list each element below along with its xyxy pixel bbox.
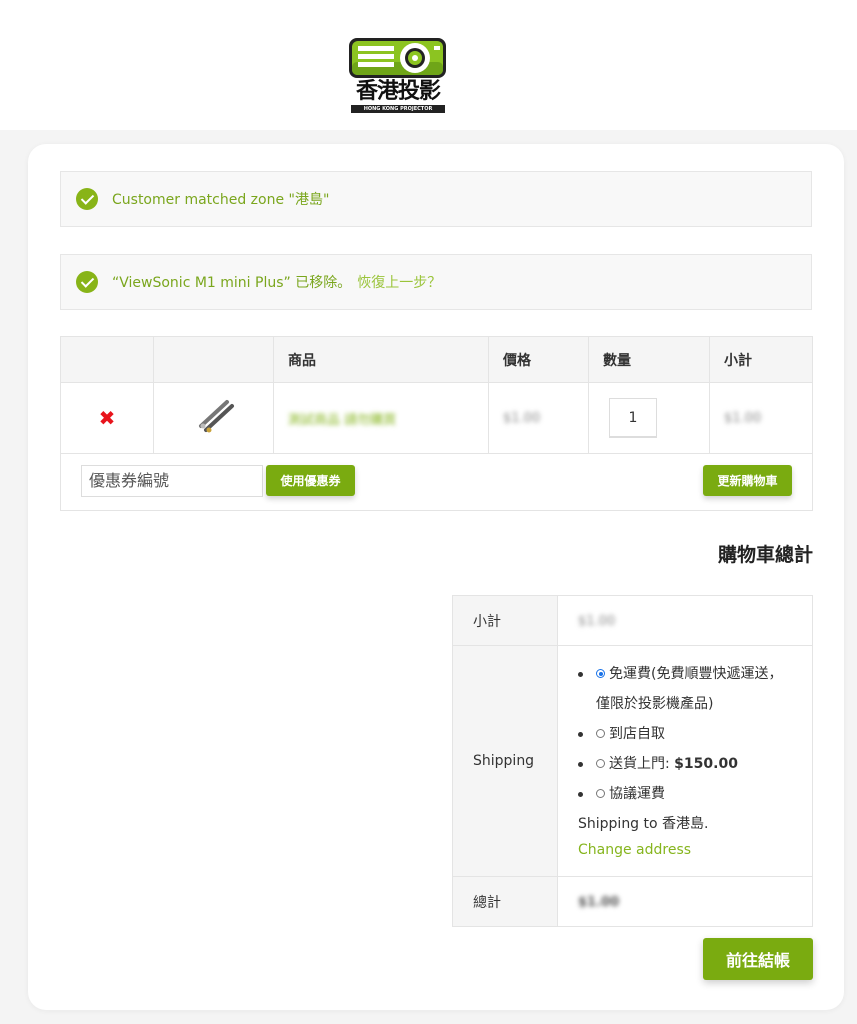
shipping-option-pickup[interactable]: 到店自取	[578, 719, 802, 749]
radio-icon[interactable]	[596, 729, 605, 738]
radio-icon[interactable]	[596, 759, 605, 768]
product-price: $1.00	[503, 411, 541, 426]
subtotal-value-cell: $1.00	[557, 595, 813, 646]
check-circle-icon	[76, 188, 98, 210]
header-remove	[60, 336, 154, 383]
radio-icon[interactable]	[596, 789, 605, 798]
product-name-cell: 測試商品 請勿購買	[273, 382, 489, 454]
undo-link[interactable]: 恢復上一步？	[357, 272, 441, 292]
shipping-label: Shipping	[452, 645, 558, 877]
notice-text: “ViewSonic M1 mini Plus” 已移除。	[112, 275, 352, 291]
product-name-link[interactable]: 測試商品 請勿購買	[288, 413, 396, 428]
shipping-option-price: $150.00	[674, 756, 738, 772]
subtotal-value: $1.00	[578, 613, 616, 629]
shipping-option-label: 送貨上門:	[609, 756, 675, 772]
cart-totals-title: 購物車總計	[717, 544, 813, 566]
shipping-option-delivery[interactable]: 送貨上門: $150.00	[578, 749, 802, 779]
cart-header-row: 商品 價格 數量 小計	[60, 336, 813, 383]
radio-selected-icon[interactable]	[596, 669, 605, 678]
notice-text: Customer matched zone "港島"	[112, 192, 330, 208]
shipping-option-label: 免運費(免費順豐快遞運送，	[609, 666, 783, 682]
totals-shipping-row: Shipping 免運費(免費順豐快遞運送， 僅限於投影機產品) 到店自取 送貨…	[452, 645, 813, 877]
header-price: 價格	[488, 336, 589, 383]
notice-item-removed: “ViewSonic M1 mini Plus” 已移除。 恢復上一步？	[60, 254, 812, 310]
proceed-to-checkout-button[interactable]: 前往結帳	[703, 938, 813, 980]
shipping-option-label-continued: 僅限於投影機產品)	[596, 696, 714, 712]
check-circle-icon	[76, 271, 98, 293]
notice-zone-match: Customer matched zone "港島"	[60, 171, 812, 227]
site-logo[interactable]: 香港投影 HONG KONG PROJECTOR	[348, 36, 448, 114]
quantity-input[interactable]: 1	[609, 398, 657, 438]
shipping-methods-list: 免運費(免費順豐快遞運送， 僅限於投影機產品) 到店自取 送貨上門: $150.…	[578, 647, 802, 809]
product-price-cell: $1.00	[488, 382, 589, 454]
totals-subtotal-row: 小計 $1.00	[452, 595, 813, 646]
product-subtotal: $1.00	[724, 411, 762, 426]
shipping-options-cell: 免運費(免費順豐快遞運送， 僅限於投影機產品) 到店自取 送貨上門: $150.…	[557, 645, 813, 877]
update-cart-button[interactable]: 更新購物車	[703, 465, 792, 496]
shipping-to-suffix: .	[704, 816, 709, 832]
quantity-cell: 1	[588, 382, 710, 454]
cable-product-image	[198, 400, 234, 433]
change-address-link[interactable]: Change address	[578, 837, 802, 875]
shipping-option-free[interactable]: 免運費(免費順豐快遞運送， 僅限於投影機產品)	[578, 659, 802, 719]
product-thumbnail[interactable]	[153, 382, 274, 454]
cart-totals-table: 小計 $1.00 Shipping 免運費(免費順豐快遞運送， 僅限於投影機產品…	[452, 595, 813, 927]
table-row: ✖ 測試商品 請勿購買 $1.00 1 $1.00	[60, 382, 813, 454]
remove-item-icon[interactable]: ✖	[60, 382, 154, 454]
header-quantity: 數量	[588, 336, 710, 383]
header-subtotal: 小計	[709, 336, 813, 383]
header-product: 商品	[273, 336, 489, 383]
shipping-destination: Shipping to 香港島.	[578, 811, 802, 837]
total-value: $1.00	[578, 894, 620, 910]
shipping-option-negotiated[interactable]: 協議運費	[578, 779, 802, 809]
shipping-to-prefix: Shipping to	[578, 816, 663, 832]
subtotal-label: 小計	[452, 595, 558, 646]
total-value-cell: $1.00	[557, 876, 813, 927]
logo-subtitle: HONG KONG PROJECTOR	[363, 106, 433, 112]
apply-coupon-button[interactable]: 使用優惠券	[266, 465, 355, 496]
coupon-code-input[interactable]: 優惠券編號	[81, 465, 263, 497]
shipping-option-label: 到店自取	[609, 726, 665, 742]
product-subtotal-cell: $1.00	[709, 382, 813, 454]
header-thumbnail	[153, 336, 274, 383]
logo-text: 香港投影	[355, 79, 441, 104]
shipping-to-region: 香港島	[662, 816, 705, 832]
total-label: 總計	[452, 876, 558, 927]
shipping-option-label: 協議運費	[609, 786, 665, 802]
totals-total-row: 總計 $1.00	[452, 876, 813, 927]
